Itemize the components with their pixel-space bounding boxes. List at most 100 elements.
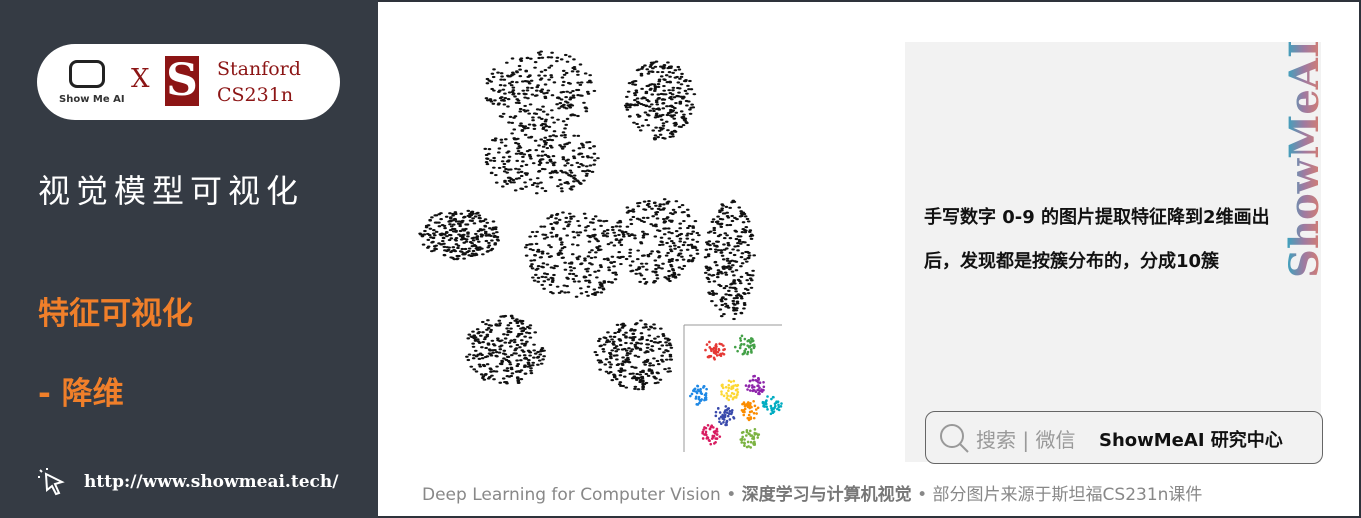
scatter-point [737, 206, 742, 209]
scatter-point [576, 114, 580, 118]
scatter-point [633, 387, 637, 390]
scatter-point [567, 141, 572, 144]
scatter-point [637, 115, 641, 118]
scatter-point [576, 234, 581, 237]
scatter-point [675, 258, 679, 262]
search-box[interactable]: 搜索 | 微信 ShowMeAI 研究中心 [925, 411, 1323, 464]
scatter-point [735, 296, 739, 299]
scatter-point [646, 253, 651, 257]
scatter-point [494, 173, 498, 177]
inset-point [740, 409, 744, 412]
scatter-point [531, 361, 536, 364]
scatter-point [518, 58, 523, 61]
scatter-point [583, 259, 587, 262]
scatter-point [582, 275, 587, 278]
inset-point [777, 408, 781, 412]
scatter-point [533, 352, 538, 355]
scatter-point [515, 359, 519, 362]
scatter-point [432, 229, 436, 232]
scatter-point [645, 68, 650, 71]
scatter-point [662, 89, 666, 92]
inset-point [738, 346, 742, 350]
scatter-point [492, 68, 496, 71]
scatter-point [506, 74, 510, 77]
scatter-point [612, 231, 616, 234]
scatter-point [507, 91, 512, 94]
scatter-point [674, 111, 679, 114]
inset-point [718, 420, 721, 424]
scatter-point [681, 243, 686, 247]
scatter-point [637, 218, 642, 221]
scatter-point [697, 234, 701, 237]
scatter-point [552, 267, 556, 270]
scatter-point [687, 100, 691, 103]
inset-point [752, 388, 755, 392]
scatter-point [556, 185, 560, 188]
inset-point [748, 389, 752, 392]
scatter-point [609, 261, 613, 264]
scatter-point [672, 117, 677, 120]
scatter-point [659, 327, 663, 330]
scatter-point [656, 70, 660, 74]
scatter-point [532, 112, 537, 115]
scatter-point [611, 228, 615, 231]
scatter-point [586, 285, 591, 288]
scatter-point [607, 268, 612, 272]
scatter-point [572, 267, 577, 270]
scatter-point [462, 257, 466, 260]
scatter-point [448, 223, 452, 226]
scatter-point [695, 248, 699, 252]
scatter-point [468, 214, 473, 217]
scatter-point [746, 257, 751, 260]
scatter-point [565, 90, 569, 93]
scatter-point [632, 121, 636, 124]
scatter-point [673, 124, 677, 127]
scatter-point [627, 115, 632, 118]
scatter-point [519, 339, 524, 342]
scatter-point [498, 381, 503, 384]
scatter-point [663, 78, 667, 82]
scatter-point [491, 351, 495, 354]
scatter-point [550, 51, 554, 54]
scatter-point [691, 257, 696, 260]
scatter-point [507, 121, 511, 124]
scatter-point [719, 251, 724, 254]
website-link[interactable]: http://www.showmeai.tech/ [84, 472, 338, 492]
scatter-point [445, 235, 449, 238]
scatter-point [638, 272, 642, 275]
scatter-point [618, 256, 622, 259]
inset-point [712, 349, 716, 353]
scatter-point [492, 378, 496, 381]
scatter-point [716, 249, 721, 252]
scatter-point [562, 227, 566, 230]
scatter-point [743, 292, 747, 295]
scatter-point [563, 181, 568, 184]
scatter-point [452, 249, 456, 252]
scatter-point [505, 182, 509, 185]
scatter-point [538, 256, 543, 259]
scatter-point [691, 230, 696, 233]
scatter-point [463, 247, 468, 251]
scatter-point [477, 214, 482, 217]
scatter-point [536, 51, 541, 54]
scatter-point [667, 89, 671, 92]
inset-point [746, 416, 750, 420]
inset-point [733, 345, 737, 349]
scatter-point [608, 370, 613, 374]
scatter-point [534, 192, 539, 195]
scatter-point [641, 103, 646, 107]
scatter-point [691, 225, 695, 228]
scatter-point [592, 159, 597, 162]
inset-point [717, 347, 721, 351]
scatter-point [540, 283, 544, 287]
scatter-point [575, 161, 580, 164]
scatter-point [623, 361, 627, 364]
scatter-point [518, 146, 523, 149]
scatter-point [567, 212, 572, 215]
scatter-point [536, 280, 541, 283]
scatter-point [612, 244, 617, 247]
footer: Deep Learning for Computer Vision • 深度学习… [422, 480, 1202, 505]
scatter-point [451, 214, 455, 217]
scatter-point [625, 351, 630, 355]
scatter-point [559, 243, 564, 246]
